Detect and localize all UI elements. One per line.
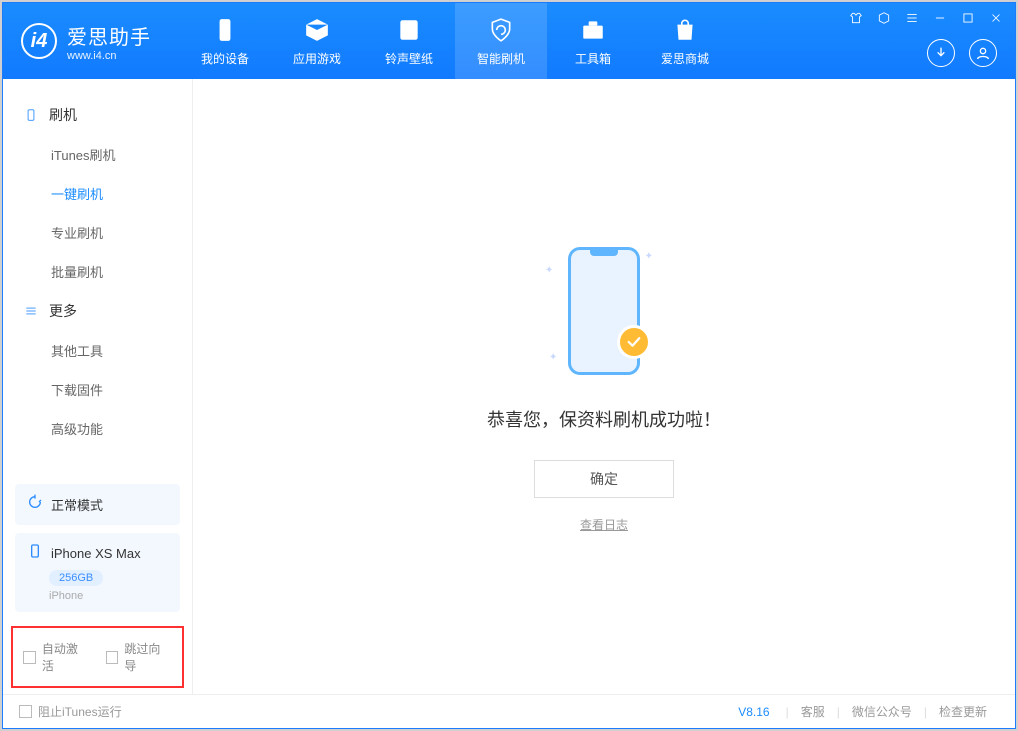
minimize-button[interactable] xyxy=(931,9,949,27)
music-note-icon xyxy=(395,16,423,44)
version-label: V8.16 xyxy=(738,705,769,719)
close-button[interactable] xyxy=(987,9,1005,27)
device-name: iPhone XS Max xyxy=(51,546,141,561)
logo-subtitle: www.i4.cn xyxy=(67,50,151,62)
mode-box: 正常模式 xyxy=(15,484,180,525)
nav-item-batch-flash[interactable]: 批量刷机 xyxy=(3,252,192,291)
footer-link-check-update[interactable]: 检查更新 xyxy=(927,703,999,720)
shirt-icon[interactable] xyxy=(847,9,865,27)
download-icon[interactable] xyxy=(927,39,955,67)
nav-item-download-firmware[interactable]: 下载固件 xyxy=(3,370,192,409)
main-content: ✦ ✦ ✦ 恭喜您，保资料刷机成功啦！ 确定 查看日志 xyxy=(193,79,1015,694)
success-message: 恭喜您，保资料刷机成功啦！ xyxy=(487,406,721,432)
checkbox-box-icon xyxy=(106,651,119,664)
tab-ringtones-wallpapers[interactable]: 铃声壁纸 xyxy=(363,3,455,79)
body: 刷机 iTunes刷机 一键刷机 专业刷机 批量刷机 更多 其他工具 下载固件 … xyxy=(3,79,1015,694)
nav: 刷机 iTunes刷机 一键刷机 专业刷机 批量刷机 更多 其他工具 下载固件 … xyxy=(3,79,192,484)
top-tabs: 我的设备 应用游戏 铃声壁纸 智能刷机 工具箱 爱思商城 xyxy=(179,3,731,79)
logo-icon: i4 xyxy=(21,23,57,59)
nav-section-flash: 刷机 xyxy=(3,95,192,135)
checkbox-box-icon xyxy=(23,651,36,664)
phone-outline-icon xyxy=(23,107,39,123)
checkbox-box-icon xyxy=(19,705,32,718)
checkbox-block-itunes[interactable]: 阻止iTunes运行 xyxy=(19,703,122,720)
tab-my-device[interactable]: 我的设备 xyxy=(179,3,271,79)
options-highlighted: 自动激活 跳过向导 xyxy=(11,626,184,688)
tab-toolbox[interactable]: 工具箱 xyxy=(547,3,639,79)
cube-small-icon[interactable] xyxy=(875,9,893,27)
device-icon xyxy=(211,16,239,44)
success-illustration: ✦ ✦ ✦ xyxy=(539,241,669,381)
sparkle-icon: ✦ xyxy=(645,251,653,262)
nav-item-oneclick-flash[interactable]: 一键刷机 xyxy=(3,174,192,213)
tab-store[interactable]: 爱思商城 xyxy=(639,3,731,79)
titlebar: i4 爱思助手 www.i4.cn 我的设备 应用游戏 铃声壁纸 智能刷机 xyxy=(3,3,1015,79)
sidebar: 刷机 iTunes刷机 一键刷机 专业刷机 批量刷机 更多 其他工具 下载固件 … xyxy=(3,79,193,694)
logo: i4 爱思助手 www.i4.cn xyxy=(3,21,169,62)
footer: 阻止iTunes运行 V8.16 | 客服 | 微信公众号 | 检查更新 xyxy=(3,694,1015,728)
user-icon[interactable] xyxy=(969,39,997,67)
checkbox-skip-guide[interactable]: 跳过向导 xyxy=(106,640,173,674)
nav-item-pro-flash[interactable]: 专业刷机 xyxy=(3,213,192,252)
view-log-link[interactable]: 查看日志 xyxy=(580,516,628,533)
cube-icon xyxy=(303,16,331,44)
nav-section-more: 更多 xyxy=(3,291,192,331)
mode-label: 正常模式 xyxy=(51,495,103,514)
logo-title: 爱思助手 xyxy=(67,21,151,50)
phone-small-icon xyxy=(27,543,43,564)
footer-link-wechat[interactable]: 微信公众号 xyxy=(840,703,924,720)
nav-item-advanced[interactable]: 高级功能 xyxy=(3,409,192,448)
tab-apps-games[interactable]: 应用游戏 xyxy=(271,3,363,79)
maximize-button[interactable] xyxy=(959,9,977,27)
sparkle-icon: ✦ xyxy=(549,352,557,363)
tab-smart-flash[interactable]: 智能刷机 xyxy=(455,3,547,79)
checkbox-auto-activate[interactable]: 自动激活 xyxy=(23,640,90,674)
header-right-icons xyxy=(927,39,997,67)
storage-badge: 256GB xyxy=(49,570,103,586)
menu-icon[interactable] xyxy=(903,9,921,27)
list-icon xyxy=(23,303,39,319)
window-controls xyxy=(847,9,1005,27)
footer-link-support[interactable]: 客服 xyxy=(789,703,837,720)
nav-item-other-tools[interactable]: 其他工具 xyxy=(3,331,192,370)
device-type: iPhone xyxy=(49,590,168,602)
sparkle-icon: ✦ xyxy=(545,265,553,276)
sync-icon xyxy=(27,494,43,515)
refresh-shield-icon xyxy=(487,16,515,44)
app-window: i4 爱思助手 www.i4.cn 我的设备 应用游戏 铃声壁纸 智能刷机 xyxy=(2,2,1016,729)
ok-button[interactable]: 确定 xyxy=(534,460,674,498)
shopping-bag-icon xyxy=(671,16,699,44)
nav-item-itunes-flash[interactable]: iTunes刷机 xyxy=(3,135,192,174)
toolbox-icon xyxy=(579,16,607,44)
checkmark-badge-icon xyxy=(617,325,651,359)
device-box[interactable]: iPhone XS Max 256GB iPhone xyxy=(15,533,180,612)
